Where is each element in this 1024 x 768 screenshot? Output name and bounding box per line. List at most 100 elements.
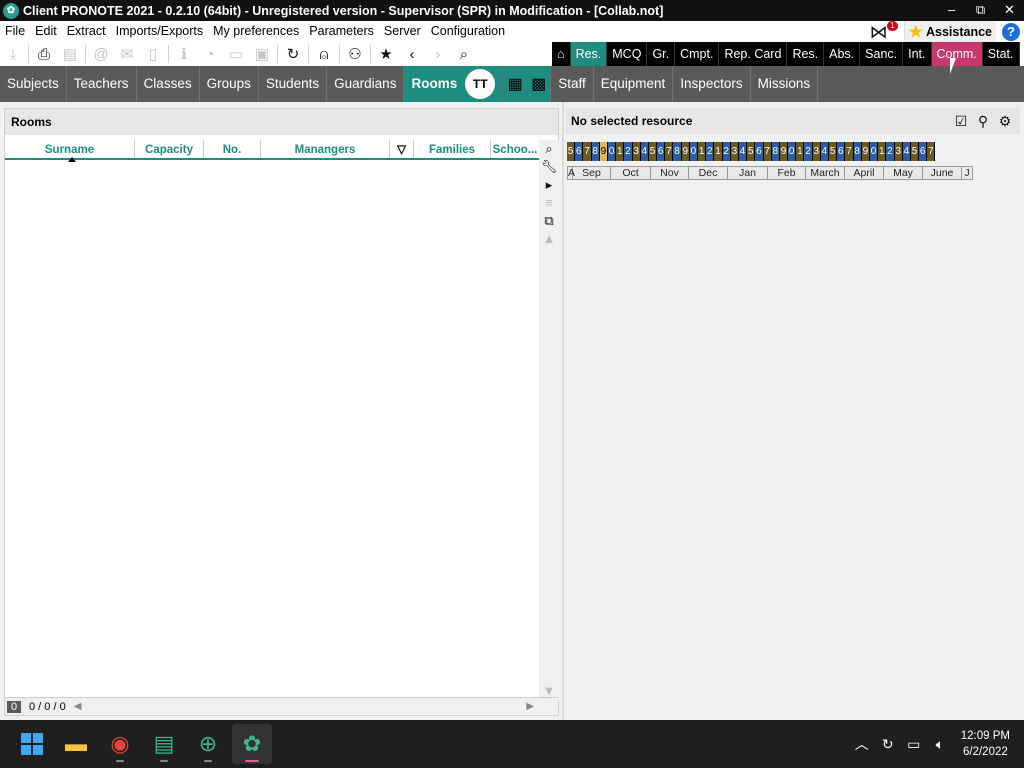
tab-teachers[interactable]: Teachers — [67, 66, 137, 102]
tab-subjects[interactable]: Subjects — [0, 66, 67, 102]
scroll-left-icon[interactable]: ◀ — [74, 701, 82, 712]
print-icon[interactable]: ⎙ — [31, 43, 57, 65]
menu-edit[interactable]: Edit — [30, 21, 62, 42]
forward-arrow-icon[interactable]: › — [425, 43, 451, 65]
search-icon[interactable]: ⌕ — [451, 43, 477, 65]
week-cell[interactable]: 6 — [575, 142, 584, 161]
menu-configuration[interactable]: Configuration — [426, 21, 510, 42]
start-button[interactable] — [12, 724, 52, 764]
week-cell[interactable]: 2 — [886, 142, 895, 161]
week-cell[interactable]: 6 — [919, 142, 928, 161]
week-cell[interactable]: 5 — [747, 142, 756, 161]
tab-classes[interactable]: Classes — [137, 66, 200, 102]
week-cell[interactable]: 0 — [788, 142, 797, 161]
tab-groups[interactable]: Groups — [200, 66, 259, 102]
favorite-star-icon[interactable]: ★ — [373, 43, 399, 65]
column-families[interactable]: Families — [414, 140, 491, 158]
chrome-icon[interactable]: ◉ — [100, 724, 140, 764]
scroll-up-icon[interactable]: ▲ — [540, 230, 558, 248]
week-cell[interactable]: 3 — [812, 142, 821, 161]
week-cell[interactable]: 0 — [607, 142, 617, 161]
module-tab-mcq[interactable]: MCQ — [607, 42, 648, 66]
week-cell[interactable]: 7 — [845, 142, 854, 161]
tab-staff[interactable]: Staff — [551, 66, 594, 102]
app-green-icon[interactable]: ▤ — [144, 724, 184, 764]
week-cell[interactable]: 6 — [657, 142, 666, 161]
column-surname[interactable]: Surname — [5, 140, 135, 158]
chat-icon[interactable]: ▭ — [223, 43, 249, 65]
person-icon[interactable]: ⚲ — [972, 110, 994, 132]
sync-icon[interactable]: ↻ — [280, 43, 306, 65]
module-tab-res[interactable]: Res. — [787, 42, 825, 66]
scroll-right-icon[interactable]: ▶ — [526, 701, 534, 712]
close-button[interactable]: ✕ — [995, 0, 1024, 21]
filter-icon[interactable]: ▽ — [390, 140, 414, 158]
module-tab-report-card[interactable]: Rep. Card — [719, 42, 788, 66]
week-cell[interactable]: 7 — [583, 142, 592, 161]
column-managers[interactable]: Manangers — [261, 140, 390, 158]
home-icon[interactable]: ⌂ — [552, 42, 571, 66]
module-tab-internships[interactable]: Int. — [903, 42, 932, 66]
tab-equipment[interactable]: Equipment — [594, 66, 674, 102]
week-cell[interactable]: 7 — [927, 142, 936, 161]
search-icon[interactable]: ⌕ — [540, 140, 558, 158]
module-tab-communication[interactable]: Comm. — [931, 42, 983, 66]
notifications-button[interactable]: ⋈ 1 — [870, 20, 898, 42]
checklist-icon[interactable]: ☑ — [950, 110, 972, 132]
info-icon[interactable]: ℹ — [171, 43, 197, 65]
back-arrow-icon[interactable]: ‹ — [399, 43, 425, 65]
archive-icon[interactable]: ▣ — [249, 43, 275, 65]
module-tab-grades[interactable]: Gr. — [647, 42, 676, 66]
week-cell[interactable]: 1 — [714, 142, 723, 161]
module-tab-resources[interactable]: Res. — [570, 42, 608, 66]
week-cell[interactable]: 7 — [665, 142, 674, 161]
week-cell[interactable]: 4 — [738, 142, 748, 161]
week-cell[interactable]: 8 — [673, 142, 682, 161]
week-cell[interactable]: 5 — [567, 142, 576, 161]
alarm-light-icon[interactable]: ⍝ — [311, 43, 337, 65]
week-cell[interactable]: 7 — [763, 142, 772, 161]
week-cell[interactable]: 1 — [616, 142, 625, 161]
week-cell[interactable]: 1 — [698, 142, 707, 161]
week-cell[interactable]: 3 — [632, 142, 641, 161]
update-icon[interactable]: ↻ — [875, 736, 901, 753]
week-cell[interactable]: 9 — [599, 142, 608, 161]
menu-parameters[interactable]: Parameters — [304, 21, 379, 42]
week-cell[interactable]: 4 — [820, 142, 829, 161]
pronote-taskbar-icon[interactable]: ✿ — [232, 724, 272, 764]
module-tab-sanctions[interactable]: Sanc. — [860, 42, 904, 66]
week-cell[interactable]: 0 — [869, 142, 879, 161]
wrench-icon[interactable]: 🔧︎ — [540, 158, 558, 176]
week-cell[interactable]: 2 — [722, 142, 731, 161]
volume-icon[interactable]: 🔈︎ — [927, 736, 953, 753]
settings-gear-icon[interactable]: ⚙ — [994, 110, 1016, 132]
week-cell[interactable]: 4 — [640, 142, 649, 161]
download-icon[interactable]: ⤓ — [0, 43, 26, 65]
module-tab-absences[interactable]: Abs. — [824, 42, 861, 66]
pie-chart-icon[interactable]: ◔ — [197, 43, 223, 65]
week-cell[interactable]: 2 — [706, 142, 715, 161]
menu-imports-exports[interactable]: Imports/Exports — [111, 21, 209, 42]
week-cell[interactable]: 6 — [755, 142, 764, 161]
envelope-icon[interactable]: ✉ — [114, 43, 140, 65]
module-tab-statistics[interactable]: Stat. — [982, 42, 1020, 66]
restore-button[interactable]: ⧉ — [966, 0, 995, 21]
menu-file[interactable]: File — [0, 21, 30, 42]
column-capacity[interactable]: Capacity — [135, 140, 204, 158]
grid-view-icon[interactable]: ▦ — [503, 66, 528, 102]
users-icon[interactable]: ⚇ — [342, 43, 368, 65]
help-button[interactable]: ? — [1002, 22, 1020, 41]
week-cell[interactable]: 4 — [902, 142, 911, 161]
week-cell[interactable]: 8 — [771, 142, 780, 161]
assistance-button[interactable]: ★ Assistance — [903, 21, 996, 42]
menu-my-preferences[interactable]: My preferences — [208, 21, 304, 42]
document-icon[interactable]: ▤ — [57, 43, 83, 65]
menu-server[interactable]: Server — [379, 21, 426, 42]
week-cell[interactable]: 3 — [730, 142, 739, 161]
clock[interactable]: 12:09 PM 6/2/2022 — [953, 728, 1024, 760]
panel-divider[interactable] — [562, 102, 564, 720]
copy-icon[interactable]: ⧉ — [540, 212, 558, 230]
week-cell[interactable]: 1 — [878, 142, 887, 161]
week-cell[interactable]: 8 — [591, 142, 600, 161]
menu-extract[interactable]: Extract — [62, 21, 111, 42]
